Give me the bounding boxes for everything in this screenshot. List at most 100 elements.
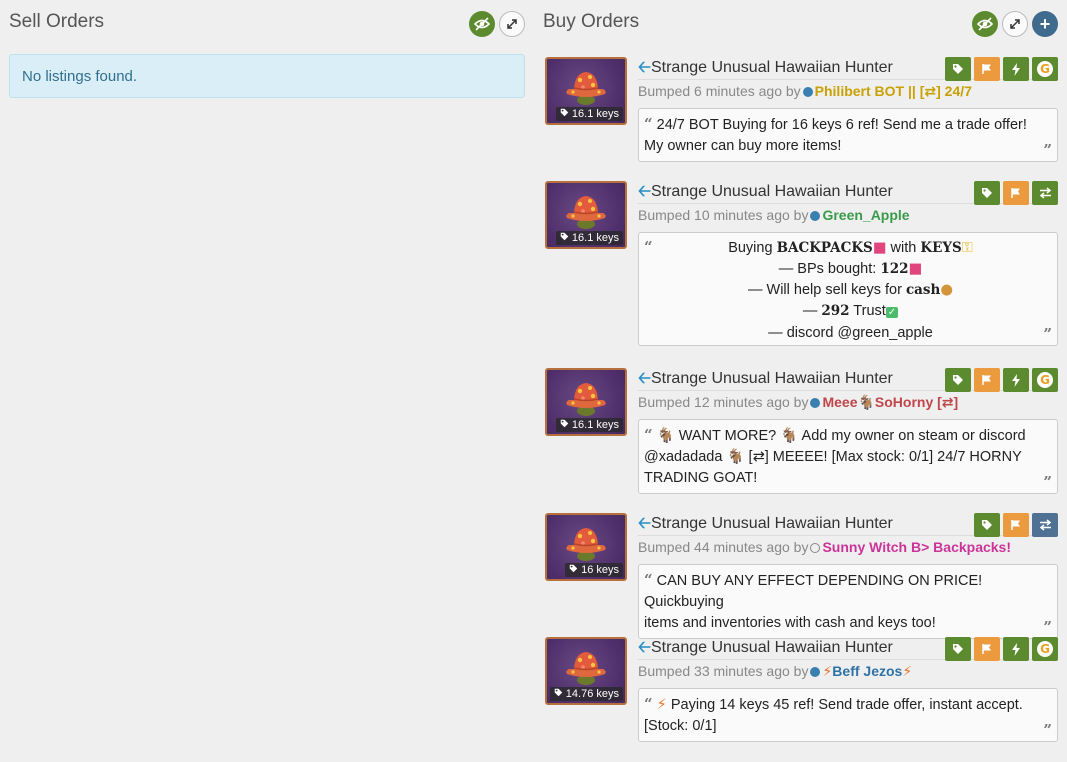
- comment-text: — Will help sell keys for: [748, 282, 906, 298]
- no-listings-alert: No listings found.: [9, 54, 525, 98]
- quote-close-icon: ”: [1043, 141, 1052, 159]
- price-check-button[interactable]: [945, 637, 971, 661]
- instant-trade-button[interactable]: [1003, 57, 1029, 81]
- send-offer-button[interactable]: [1032, 181, 1058, 205]
- user-link[interactable]: Sunny Witch B> Backpacks!: [822, 539, 1011, 555]
- price-value: 16.1 keys: [571, 108, 619, 120]
- hawaiian-hunter-hat-image: [566, 383, 606, 416]
- price-check-button[interactable]: [945, 57, 971, 81]
- listing-info: 🡠Strange Unusual Hawaiian Hunter Bumped 1…: [638, 181, 1058, 346]
- sell-orders-title: Sell Orders: [9, 11, 105, 32]
- goat-emoji-icon: 🐐: [656, 428, 675, 444]
- user-link-suffix[interactable]: SoHorny [⇄]: [875, 394, 958, 410]
- price-check-button[interactable]: [974, 513, 1000, 537]
- report-button[interactable]: [1003, 181, 1029, 205]
- arrow-left-icon: 🡠: [638, 183, 651, 200]
- price-badge: 16.1 keys: [555, 418, 623, 432]
- backpack-emoji-icon: ■: [872, 240, 887, 256]
- expand-button[interactable]: [499, 11, 525, 37]
- status-dot-icon: [810, 398, 821, 408]
- lightning-emoji-icon: ⚡: [822, 664, 833, 680]
- status-dot-icon: [810, 667, 821, 677]
- listing-actions: G: [945, 57, 1058, 81]
- goat-emoji-icon: 🐐: [780, 428, 799, 444]
- listing-actions: [974, 181, 1058, 205]
- comment-bold: 122: [880, 261, 909, 277]
- hide-toggle-button[interactable]: [469, 11, 495, 37]
- report-button[interactable]: [974, 368, 1000, 392]
- listing-info: 🡠Strange Unusual Hawaiian Hunter G Bumped …: [638, 368, 1058, 494]
- listing-info: 🡠Strange Unusual Hawaiian Hunter G Bumped …: [638, 637, 1058, 742]
- user-link[interactable]: Philibert BOT || [⇄] 24/7: [815, 83, 972, 99]
- item-name-link[interactable]: Strange Unusual Hawaiian Hunter: [651, 515, 893, 532]
- listing-comment: “Buying BACKPACKS■ with KEYS⚿ — BPs bough…: [638, 232, 1058, 346]
- quote-open-icon: “: [644, 238, 653, 256]
- flag-icon: [982, 64, 991, 74]
- user-link[interactable]: Green_Apple: [822, 207, 909, 223]
- quote-close-icon: ”: [1043, 618, 1052, 636]
- price-badge: 14.76 keys: [549, 687, 623, 701]
- add-buy-order-button[interactable]: +: [1032, 11, 1058, 37]
- item-thumbnail[interactable]: 16.1 keys: [545, 368, 627, 436]
- key-emoji-icon: ⚿: [961, 240, 973, 256]
- price-tag-icon: [554, 688, 562, 697]
- report-button[interactable]: [1003, 513, 1029, 537]
- item-thumbnail[interactable]: 16.1 keys: [545, 181, 627, 249]
- item-thumbnail[interactable]: 16.1 keys: [545, 57, 627, 125]
- check-mark-emoji-icon: ✓: [885, 307, 899, 318]
- quote-close-icon: ”: [1043, 721, 1052, 739]
- item-name-link[interactable]: Strange Unusual Hawaiian Hunter: [651, 183, 893, 200]
- instant-trade-button[interactable]: [1003, 637, 1029, 661]
- flag-icon: [1011, 188, 1020, 198]
- comment-text: —: [802, 303, 822, 319]
- lightning-icon: [1012, 62, 1020, 76]
- listing-info: 🡠Strange Unusual Hawaiian Hunter Bumped 4…: [638, 513, 1058, 639]
- expand-icon: [507, 19, 517, 29]
- trade-offer-button[interactable]: G: [1032, 57, 1058, 81]
- item-name-link[interactable]: Strange Unusual Hawaiian Hunter: [651, 639, 893, 656]
- item-name-link[interactable]: Strange Unusual Hawaiian Hunter: [651, 370, 893, 387]
- item-name-link[interactable]: Strange Unusual Hawaiian Hunter: [651, 59, 893, 76]
- trade-offer-button[interactable]: G: [1032, 637, 1058, 661]
- goat-emoji-icon: 🐐: [857, 395, 875, 411]
- item-thumbnail[interactable]: 14.76 keys: [545, 637, 627, 705]
- listing-comment: “CAN BUY ANY EFFECT DEPENDING ON PRICE! …: [638, 564, 1058, 639]
- price-value: 16.1 keys: [571, 419, 619, 431]
- buy-orders-panel: Buy Orders +: [543, 8, 1058, 42]
- price-check-button[interactable]: [974, 181, 1000, 205]
- price-badge: 16.1 keys: [555, 231, 623, 245]
- backpack-emoji-icon: ■: [908, 261, 923, 277]
- trade-offer-button[interactable]: G: [1032, 368, 1058, 392]
- g-logo-icon: G: [1037, 372, 1053, 388]
- price-badge: 16 keys: [565, 563, 623, 577]
- flag-icon: [1011, 520, 1020, 530]
- comment-text: My owner can buy more items!: [644, 138, 842, 154]
- instant-trade-button[interactable]: [1003, 368, 1029, 392]
- item-thumbnail[interactable]: 16 keys: [545, 513, 627, 581]
- send-offer-button[interactable]: [1032, 513, 1058, 537]
- bumped-text: Bumped 6 minutes ago by: [638, 83, 801, 99]
- listing-comment: “🐐 WANT MORE? 🐐 Add my owner on steam or…: [638, 419, 1058, 494]
- flag-icon: [982, 644, 991, 654]
- price-value: 14.76 keys: [565, 688, 619, 700]
- expand-button[interactable]: [1002, 11, 1028, 37]
- comment-text: Buying: [728, 240, 777, 256]
- report-button[interactable]: [974, 637, 1000, 661]
- tag-icon: [982, 520, 992, 530]
- lightning-icon: [1012, 373, 1020, 387]
- price-check-button[interactable]: [945, 368, 971, 392]
- quote-open-icon: “: [644, 695, 653, 713]
- sell-orders-header: Sell Orders: [9, 8, 525, 42]
- g-logo-icon: G: [1037, 61, 1053, 77]
- comment-bold: cash: [905, 282, 941, 298]
- user-link[interactable]: Beff Jezos: [832, 663, 902, 679]
- eye-slash-icon: [977, 17, 993, 31]
- hide-toggle-button[interactable]: [972, 11, 998, 37]
- arrow-left-icon: 🡠: [638, 515, 651, 532]
- price-tag-icon: [569, 564, 578, 573]
- bumped-info: Bumped 44 minutes ago by Sunny Witch B> B…: [638, 535, 1058, 558]
- report-button[interactable]: [974, 57, 1000, 81]
- g-logo-icon: G: [1037, 641, 1053, 657]
- user-link[interactable]: Meee: [822, 394, 857, 410]
- goat-emoji-icon: 🐐: [726, 449, 745, 465]
